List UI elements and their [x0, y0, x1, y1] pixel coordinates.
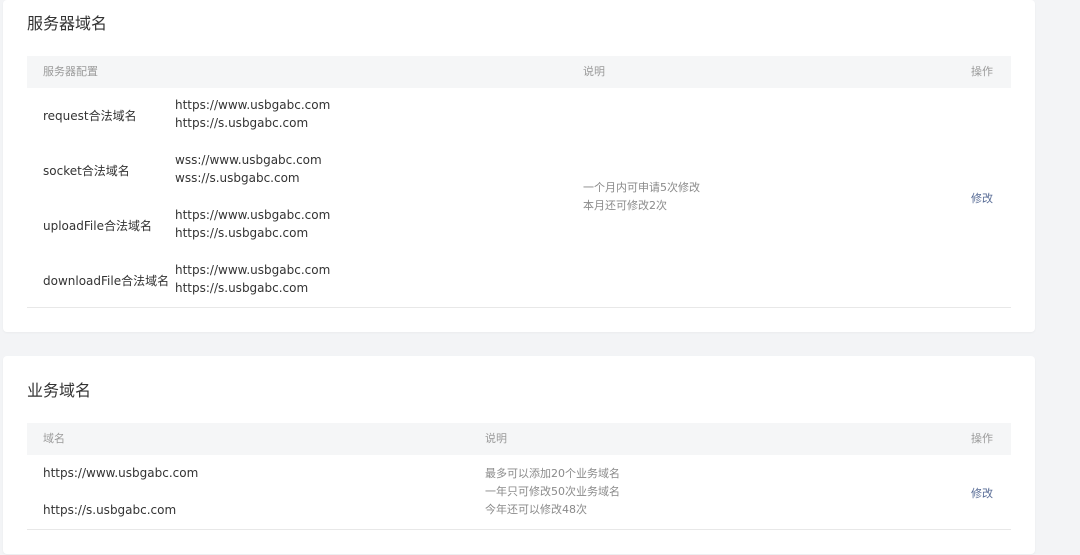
business-note-line3: 今年还可以修改48次 [485, 503, 587, 516]
business-domain-card: 业务域名 域名 说明 操作 https://www.usbgabc.com ht… [3, 356, 1035, 554]
row-label-request: request合法域名 [43, 109, 137, 123]
modify-server-domain-button[interactable]: 修改 [971, 190, 993, 206]
row-label-socket: socket合法域名 [43, 164, 130, 178]
row-url: https://www.usbgabc.com [175, 98, 331, 112]
header-description: 说明 [583, 65, 605, 78]
header-action: 操作 [971, 432, 993, 445]
row-label-downloadfile: downloadFile合法域名 [43, 274, 170, 288]
server-note-line2: 本月还可修改2次 [583, 199, 667, 212]
server-note-line1: 一个月内可申请5次修改 [583, 181, 700, 194]
row-url: https://www.usbgabc.com [175, 208, 331, 222]
server-domain-title: 服务器域名 [27, 14, 108, 33]
row-url: https://s.usbgabc.com [175, 116, 309, 130]
header-description: 说明 [485, 432, 507, 445]
business-domain-item: https://www.usbgabc.com [43, 466, 199, 480]
server-domain-table-header: 服务器配置 说明 操作 [27, 56, 1011, 88]
server-domain-card: 服务器域名 服务器配置 说明 操作 request合法域名 https://ww… [3, 0, 1035, 332]
business-note-line2: 一年只可修改50次业务域名 [485, 485, 620, 498]
business-domain-title: 业务域名 [27, 381, 92, 400]
row-url: https://s.usbgabc.com [175, 281, 309, 295]
divider [27, 307, 1011, 308]
business-note-line1: 最多可以添加20个业务域名 [485, 467, 620, 480]
row-url: wss://www.usbgabc.com [175, 153, 322, 167]
row-url: https://s.usbgabc.com [175, 226, 309, 240]
header-domain: 域名 [43, 432, 65, 445]
business-domain-item: https://s.usbgabc.com [43, 503, 177, 517]
modify-business-domain-button[interactable]: 修改 [971, 485, 993, 501]
row-label-uploadfile: uploadFile合法域名 [43, 219, 152, 233]
row-url: wss://s.usbgabc.com [175, 171, 300, 185]
header-action: 操作 [971, 65, 993, 78]
header-server-config: 服务器配置 [43, 65, 98, 78]
row-url: https://www.usbgabc.com [175, 263, 331, 277]
divider [27, 529, 1011, 530]
business-domain-table-header: 域名 说明 操作 [27, 423, 1011, 455]
